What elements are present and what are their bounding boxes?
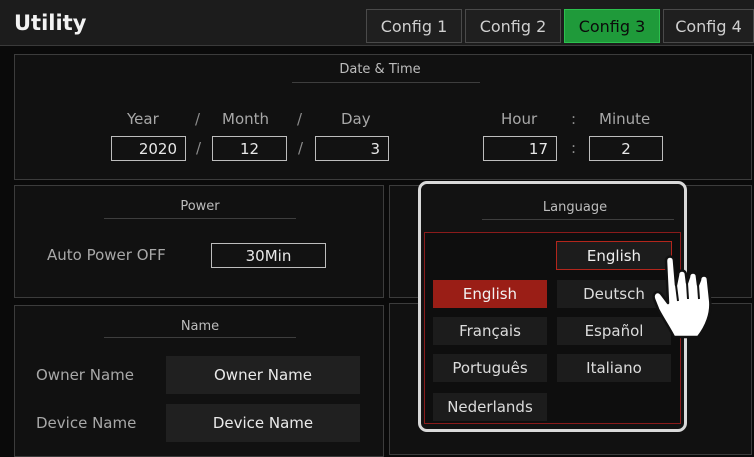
title-bar: Utility Config 1 Config 2 Config 3 Confi… [0,0,754,46]
slash-separator: / [196,139,202,157]
device-name-label: Device Name [36,414,137,432]
slash-separator: / [297,110,303,128]
month-label: Month [222,110,270,128]
colon-separator: : [571,110,577,128]
auto-power-field[interactable]: 30Min [211,243,326,268]
month-field[interactable]: 12 [212,136,287,161]
day-field[interactable]: 3 [315,136,389,161]
slash-separator: / [195,110,201,128]
minute-label: Minute [599,110,651,128]
hour-field[interactable]: 17 [483,136,557,161]
name-title-underline [104,337,296,338]
tab-config-2[interactable]: Config 2 [465,9,561,43]
date-time-title: Date & Time [339,62,421,77]
tab-config-3[interactable]: Config 3 [564,9,660,43]
hour-label: Hour [501,110,538,128]
name-title: Name [180,319,220,334]
power-title: Power [180,199,220,214]
slash-separator: / [298,139,304,157]
year-label: Year [127,110,159,128]
pointing-hand-icon [652,255,712,339]
tab-config-1[interactable]: Config 1 [366,9,462,43]
auto-power-label: Auto Power OFF [47,246,166,264]
minute-field[interactable]: 2 [589,136,663,161]
day-label: Day [341,110,371,128]
app-title: Utility [14,11,87,35]
highlight-frame [418,181,687,432]
power-title-underline [104,218,296,219]
device-name-field[interactable]: Device Name [166,404,360,442]
owner-name-field[interactable]: Owner Name [166,356,360,394]
owner-name-label: Owner Name [36,366,134,384]
year-field[interactable]: 2020 [111,136,186,161]
tab-config-4[interactable]: Config 4 [663,9,754,43]
date-time-title-underline [292,82,480,83]
colon-separator: : [571,139,577,157]
